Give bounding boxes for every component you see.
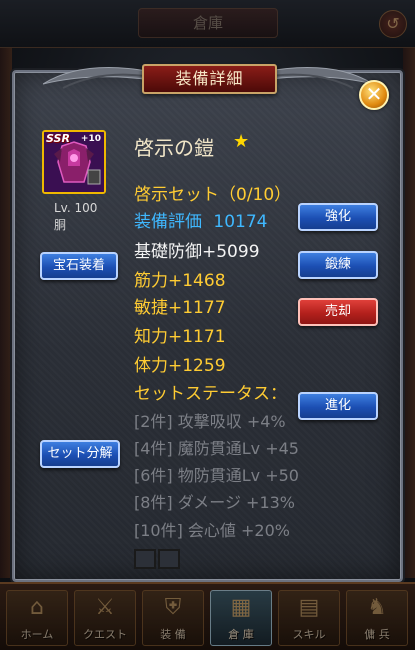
background-left-strip (0, 48, 12, 578)
scroll-icon: ▤ (298, 595, 320, 620)
train-button[interactable]: 鍛練 (298, 251, 378, 279)
bottom-navigation: ⌂ ホーム ⚔ クエスト ⛨ 装 備 ▦ 倉 庫 ▤ スキル ♞ 傭 兵 (0, 582, 415, 650)
background-screen-title: 倉庫 (138, 8, 278, 38)
modal-title: 装備詳細 (142, 64, 277, 94)
evolve-button[interactable]: 進化 (298, 392, 378, 420)
gem-equip-button[interactable]: 宝石装着 (40, 252, 118, 280)
home-icon: ⌂ (30, 595, 44, 620)
set-split-button[interactable]: セット分解 (40, 440, 120, 468)
equipment-rating: 装備評価 10174 (134, 212, 268, 232)
page-indicator (134, 549, 186, 569)
background-top-bar: 倉庫 ↺ (0, 0, 415, 48)
rating-label: 装備評価 (134, 212, 202, 232)
rating-value: 10174 (213, 212, 268, 232)
page-dot[interactable] (158, 549, 180, 569)
nav-skill[interactable]: ▤ スキル (278, 590, 340, 646)
rarity-badge: SSR (46, 132, 70, 145)
game-screen: 倉庫 ↺ 装備詳細 ✕ SSR +10 Lv. 100 胴 啓示の鎧 ★ 啓示セ… (0, 0, 415, 650)
close-icon[interactable]: ✕ (359, 80, 389, 110)
nav-label: 倉 庫 (228, 628, 254, 641)
item-icon: SSR +10 (42, 130, 106, 194)
background-right-strip (403, 48, 415, 578)
warehouse-icon: ▦ (230, 595, 252, 620)
set-bonus-8: [8件] ダメージ +13% (134, 493, 296, 512)
base-defense: 基礎防御+5099 (134, 242, 260, 262)
intellect-stat: 知力+1171 (134, 327, 226, 347)
mercenary-icon: ♞ (367, 595, 387, 620)
plus-level-badge: +10 (80, 134, 101, 144)
item-level: Lv. 100 (54, 201, 98, 215)
nav-label: ホーム (20, 628, 54, 641)
nav-mercenary[interactable]: ♞ 傭 兵 (346, 590, 408, 646)
nav-quest[interactable]: ⚔ クエスト (74, 590, 136, 646)
set-bonus-2: [2件] 攻撃吸収 +4% (134, 412, 286, 431)
nav-equipment[interactable]: ⛨ 装 備 (142, 590, 204, 646)
item-slot: 胴 (54, 218, 67, 232)
set-bonus-10: [10件] 会心値 +20% (134, 521, 290, 540)
item-name: 啓示の鎧 (134, 136, 214, 160)
armor-icon: ⛨ (164, 595, 182, 620)
nav-warehouse[interactable]: ▦ 倉 庫 (210, 590, 272, 646)
enhance-button[interactable]: 強化 (298, 203, 378, 231)
back-arrow-icon[interactable]: ↺ (379, 10, 407, 38)
stamina-stat: 体力+1259 (134, 356, 226, 376)
nav-label: 装 備 (160, 628, 186, 641)
nav-label: クエスト (83, 628, 127, 641)
sell-button[interactable]: 売却 (298, 298, 378, 326)
crossed-swords-icon: ⚔ (95, 595, 115, 620)
set-bonus-4: [4件] 魔防貫通Lv +45 (134, 439, 299, 458)
agility-stat: 敏捷+1177 (134, 298, 226, 318)
set-name: 啓示セット（0/10） (134, 185, 292, 205)
star-icon: ★ (233, 131, 250, 152)
page-dot[interactable] (134, 549, 156, 569)
equipment-detail-modal: 装備詳細 ✕ SSR +10 Lv. 100 胴 啓示の鎧 ★ 啓示セット（0/… (12, 64, 403, 582)
nav-label: 傭 兵 (364, 628, 390, 641)
nav-label: スキル (292, 628, 326, 641)
strength-stat: 筋力+1468 (134, 271, 226, 291)
set-status-header: セットステータス： (134, 384, 287, 404)
set-bonus-6: [6件] 物防貫通Lv +50 (134, 466, 299, 485)
nav-home[interactable]: ⌂ ホーム (6, 590, 68, 646)
